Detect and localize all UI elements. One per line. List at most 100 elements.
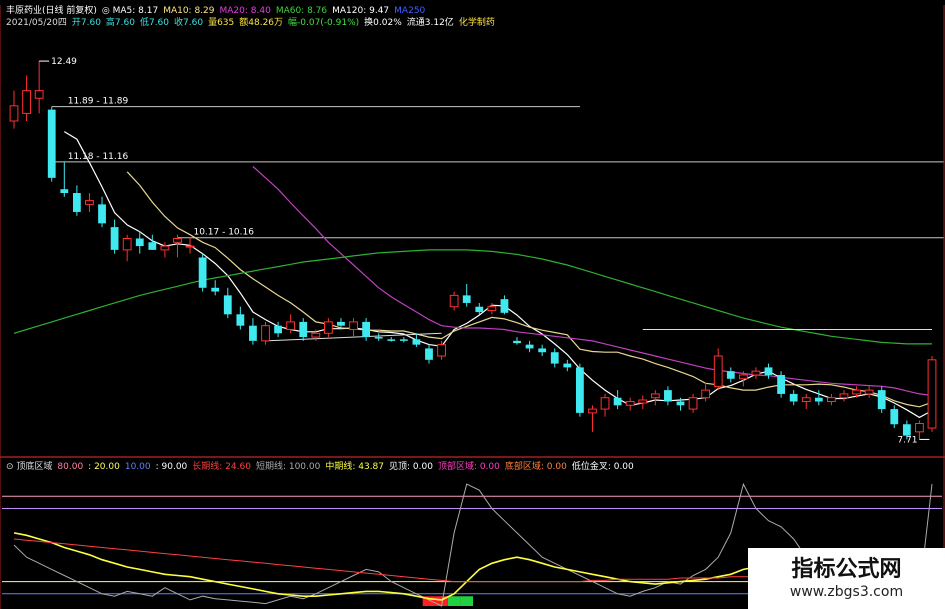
candle-body [437, 344, 446, 357]
candle-body [387, 339, 396, 341]
header-line1-item-3: MA20: 8.40 [220, 6, 272, 16]
signal-bar-2 [447, 596, 461, 606]
candle-body [98, 204, 106, 224]
candle-body [852, 389, 861, 395]
candle-body [173, 238, 182, 243]
candle-body [399, 339, 408, 341]
candle-body [274, 325, 282, 334]
candle-body [688, 397, 698, 410]
watermark-title: 指标公式网 [791, 556, 902, 582]
indicator-header-item-0: ⊙ 顶底区域 [6, 460, 52, 472]
header-line2-item-7: 幅-0.07(-0.91%) [288, 16, 359, 28]
indicator-header: ⊙ 顶底区域 80.00: 20.00 10.00: 90.00 长期线: 24.60… [6, 460, 634, 472]
candle-body [261, 325, 270, 342]
candle-body [839, 393, 849, 399]
candle-body [625, 401, 635, 406]
candle-body [664, 390, 672, 402]
indicator-header-item-11: 低位金叉: 0.00 [572, 460, 634, 472]
header-line1-item-4: MA60: 8.76 [276, 6, 328, 16]
header-line2-item-1: 开7.60 [72, 17, 101, 28]
candle-body [47, 109, 56, 178]
header-line2-item-10: 化学制药 [459, 16, 495, 28]
candle-body [198, 257, 207, 288]
candle-body [650, 393, 660, 399]
candle-body [525, 344, 534, 349]
watermark: 指标公式网 www.zbgs3.com [748, 548, 945, 609]
candle-body [801, 397, 811, 403]
candle-body [236, 314, 245, 326]
header-line1-item-1: ◎ MA5: 8.17 [102, 6, 158, 16]
stock-chart: 丰原药业(日线 前复权) ◎ MA5: 8.17 MA10: 8.29 MA20: 8… [0, 0, 945, 609]
candle-body [211, 287, 220, 292]
candle-body [337, 321, 345, 326]
candle-body [764, 367, 773, 375]
candle-body [475, 306, 484, 313]
indicator-header-item-9: 顶部区域: 0.00 [438, 460, 500, 472]
candle-body [412, 339, 421, 345]
header-line1-item-5: MA120: 9.47 [332, 6, 389, 16]
watermark-url: www.zbgs3.com [789, 583, 904, 600]
indicator-header-item-3: 10.00 [125, 462, 151, 472]
candle-45 [575, 363, 584, 417]
candle-3 [47, 106, 56, 182]
candle-body [638, 399, 648, 404]
candle-body [915, 422, 924, 433]
candle-body [185, 245, 195, 248]
candle-body [160, 245, 170, 251]
header-line2-item-3: 低7.60 [140, 16, 169, 28]
candle-body [738, 374, 748, 380]
candle-body [323, 321, 333, 334]
candle-body [286, 321, 296, 330]
candle-body [890, 409, 899, 425]
header-line2-item-2: 高7.60 [106, 16, 135, 28]
candle-body [701, 389, 711, 399]
header-line1-item-6: MA250 [394, 6, 425, 16]
candle-body [462, 295, 471, 303]
candle-20 [261, 321, 270, 345]
indicator-header-item-6: 短期线: 100.00 [256, 460, 321, 472]
candle-body [814, 397, 823, 402]
candle-body [751, 370, 761, 376]
candle-body [135, 238, 144, 247]
header-line2-item-6: 额48.26万 [239, 16, 283, 28]
candle-body [789, 393, 798, 402]
candle-body [563, 363, 572, 368]
candle-body [826, 397, 836, 403]
candle-body [713, 355, 723, 387]
candle-body [588, 408, 597, 414]
candle-body [122, 238, 132, 251]
indicator-header-item-5: 长期线: 24.60 [192, 460, 251, 472]
candle-69 [877, 386, 886, 413]
candle-body [487, 306, 497, 312]
level-label-2: 10.17 - 10.16 [193, 228, 254, 238]
candle-body [85, 200, 94, 205]
candle-body [600, 397, 610, 410]
candle-body [299, 321, 308, 338]
candle-body [777, 374, 785, 394]
candle-body [72, 193, 81, 212]
candle-body [349, 321, 358, 330]
indicator-header-item-4: : 90.00 [156, 462, 188, 472]
candle-body [613, 397, 622, 406]
candle-body [223, 295, 232, 315]
candle-body [9, 105, 19, 122]
candle-body [927, 359, 937, 429]
candle-body [110, 227, 119, 250]
candle-body [575, 367, 584, 413]
header-line2-item-4: 收7.60 [174, 16, 203, 28]
indicator-header-item-2: : 20.00 [88, 462, 120, 472]
candle-body [249, 325, 257, 341]
level-label-1: 11.18 - 11.16 [68, 152, 129, 162]
indicator-header-item-10: 底部区域: 0.00 [505, 460, 567, 472]
header-line1-item-2: MA10: 8.29 [163, 6, 215, 16]
candle-body [362, 321, 371, 338]
candle-body [538, 348, 547, 353]
candle-body [864, 389, 874, 395]
candle-15 [198, 253, 207, 292]
candle-73 [927, 356, 937, 432]
price-label-1: 7.71 [897, 435, 917, 445]
candle-body [902, 424, 911, 436]
candle-body [550, 352, 559, 364]
level-label-0: 11.89 - 11.89 [68, 97, 129, 107]
candle-61 [777, 371, 785, 398]
